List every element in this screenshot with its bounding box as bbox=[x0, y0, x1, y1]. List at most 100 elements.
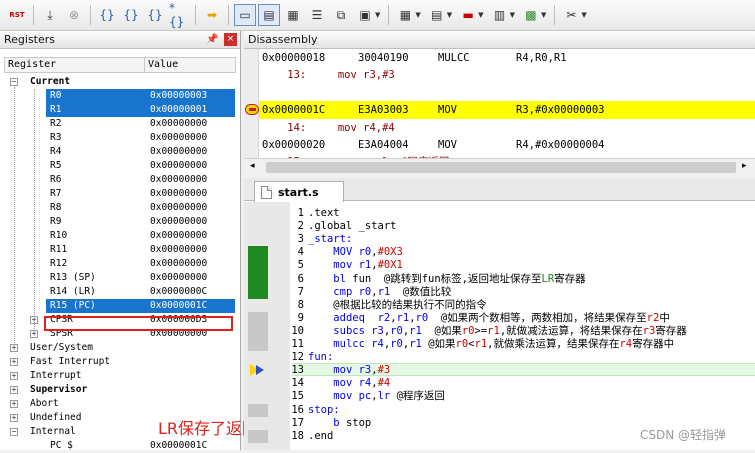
disassembly-body[interactable]: 0x00000018 30040190 MULCC R4,R0,R1 13: mov … bbox=[244, 49, 755, 176]
command-window-button[interactable]: ▭ bbox=[234, 4, 256, 26]
watch-windows-button[interactable]: ▣ bbox=[354, 4, 376, 26]
step-over-button[interactable]: {} bbox=[120, 4, 142, 26]
register-name: R0 bbox=[50, 90, 62, 101]
register-row[interactable]: R2 0x00000000 bbox=[0, 117, 240, 131]
step-out-button[interactable]: {} bbox=[144, 4, 166, 26]
register-row[interactable]: R10 0x00000000 bbox=[0, 229, 240, 243]
register-row[interactable]: R9 0x00000000 bbox=[0, 215, 240, 229]
scrollbar-thumb[interactable] bbox=[266, 162, 736, 173]
internal-pc-row[interactable]: PC $ 0x0000001C bbox=[0, 439, 240, 453]
system-viewer-button[interactable]: ▩ bbox=[520, 4, 542, 26]
chevron-down-icon[interactable]: ▼ bbox=[447, 11, 452, 19]
disassembly-window-icon: ▤ bbox=[263, 8, 275, 22]
pin-icon[interactable]: 📌 bbox=[206, 34, 218, 45]
trace-windows-button[interactable]: ▥ bbox=[489, 4, 511, 26]
step-into-button[interactable]: {} bbox=[96, 4, 118, 26]
serial-windows-button[interactable]: ▤ bbox=[426, 4, 448, 26]
code-editor[interactable]: 1 .text 2 .global _start 3 _start: 4 MOV r0,#0… bbox=[244, 202, 755, 450]
disassembly-instruction-line[interactable]: 0x0000001C E3A03003 MOV R3,#0x00000003 bbox=[262, 101, 752, 119]
chevron-down-icon[interactable]: ▼ bbox=[581, 11, 586, 19]
register-row[interactable]: R8 0x00000000 bbox=[0, 201, 240, 215]
tree-node-mode[interactable]: + Interrupt bbox=[0, 369, 240, 383]
register-row[interactable]: R14 (LR) 0x0000000C bbox=[0, 285, 240, 299]
scroll-left-icon[interactable]: ◂ bbox=[250, 161, 255, 171]
code-line[interactable]: 1 .text bbox=[244, 207, 755, 220]
call-stack-window-button[interactable]: ⧉ bbox=[330, 4, 352, 26]
tree-node-mode[interactable]: + Fast Interrupt bbox=[0, 355, 240, 369]
code-line[interactable]: 3 _start: bbox=[244, 233, 755, 246]
register-row[interactable]: R6 0x00000000 bbox=[0, 173, 240, 187]
code-line[interactable]: 12 fun: bbox=[244, 351, 755, 364]
reset-button[interactable]: RST bbox=[6, 4, 28, 26]
code-line[interactable]: 9 addeq r2,r1,r0 @如果两个数相等，两数相加，将结果保存至r2中 bbox=[244, 312, 755, 325]
expand-icon[interactable]: + bbox=[10, 386, 18, 394]
collapse-icon[interactable]: − bbox=[10, 428, 18, 436]
code-text: b stop bbox=[333, 416, 372, 429]
tree-node-mode[interactable]: + Supervisor bbox=[0, 383, 240, 397]
registers-window-button[interactable]: ☰ bbox=[306, 4, 328, 26]
value-column-header[interactable]: Value bbox=[145, 58, 178, 72]
register-row[interactable]: R1 0x00000001 bbox=[0, 103, 240, 117]
symbols-window-button[interactable]: ▦ bbox=[282, 4, 304, 26]
register-row[interactable]: R11 0x00000000 bbox=[0, 243, 240, 257]
line-number: 10 bbox=[291, 324, 304, 337]
expand-icon[interactable]: + bbox=[10, 358, 18, 366]
close-icon[interactable]: × bbox=[224, 33, 237, 46]
tree-node-mode[interactable]: + User/System bbox=[0, 341, 240, 355]
chevron-down-icon[interactable]: ▼ bbox=[541, 11, 546, 19]
disassembly-window-button[interactable]: ▤ bbox=[258, 4, 280, 26]
code-line[interactable]: 16 stop: bbox=[244, 404, 755, 417]
code-line[interactable]: 2 .global _start bbox=[244, 220, 755, 233]
run-to-cursor-button[interactable]: *{} bbox=[168, 1, 190, 29]
register-row[interactable]: R15 (PC) 0x0000001C bbox=[0, 299, 240, 313]
code-line[interactable]: 4 MOV r0,#0X3 bbox=[244, 246, 755, 259]
code-line[interactable]: 11 mulcc r4,r0,r1 @如果r0<r1,就做乘法运算，结果保存在r… bbox=[244, 338, 755, 351]
disassembly-instruction-line[interactable]: 0x00000018 30040190 MULCC R4,R0,R1 bbox=[262, 49, 752, 67]
register-row[interactable]: R4 0x00000000 bbox=[0, 145, 240, 159]
expand-icon[interactable]: + bbox=[10, 372, 18, 380]
code-line[interactable]: 7 cmp r0,r1 @数值比较 bbox=[244, 286, 755, 299]
chevron-down-icon[interactable]: ▼ bbox=[510, 11, 515, 19]
register-name: R4 bbox=[50, 146, 62, 157]
stop-button[interactable]: ⊗ bbox=[63, 4, 85, 26]
code-line[interactable]: 14 mov r4,#4 bbox=[244, 377, 755, 390]
register-row[interactable]: R7 0x00000000 bbox=[0, 187, 240, 201]
code-line[interactable]: 6 bl fun @跳转到fun标签,返回地址保存至LR寄存器 bbox=[244, 273, 755, 286]
tab-start-s[interactable]: start.s bbox=[254, 181, 344, 202]
register-row[interactable]: R12 0x00000000 bbox=[0, 257, 240, 271]
register-value: 0x00000000 bbox=[150, 146, 208, 157]
register-row[interactable]: R3 0x00000000 bbox=[0, 131, 240, 145]
tree-node-mode[interactable]: + Abort bbox=[0, 397, 240, 411]
register-name: R3 bbox=[50, 132, 62, 143]
disassembly-horizontal-scrollbar[interactable]: ◂ ▸ bbox=[244, 158, 755, 176]
collapse-icon[interactable]: − bbox=[10, 78, 18, 86]
expand-icon[interactable]: + bbox=[10, 400, 18, 408]
toolbox-button[interactable]: ✂ bbox=[560, 4, 582, 26]
code-line[interactable]: 13 mov r3,#3 bbox=[244, 364, 755, 377]
instruction-address: 0x00000018 bbox=[262, 52, 326, 64]
code-line[interactable]: 8 @根据比较的结果执行不同的指令 bbox=[244, 299, 755, 312]
code-line[interactable]: 5 mov r1,#0X1 bbox=[244, 259, 755, 272]
analysis-windows-button[interactable]: ▬ bbox=[457, 4, 479, 26]
register-column-header[interactable]: Register bbox=[5, 58, 145, 72]
tree-node-current[interactable]: − Current bbox=[0, 75, 240, 89]
run-icon: ⤓ bbox=[47, 7, 53, 22]
scroll-right-icon[interactable]: ▸ bbox=[742, 161, 747, 171]
disassembly-source-line[interactable]: 14: mov r4,#4 bbox=[262, 119, 752, 137]
chevron-down-icon[interactable]: ▼ bbox=[478, 11, 483, 19]
register-row[interactable]: R0 0x00000003 bbox=[0, 89, 240, 103]
chevron-down-icon[interactable]: ▼ bbox=[415, 11, 420, 19]
code-line[interactable]: 15 mov pc,lr @程序返回 bbox=[244, 390, 755, 403]
code-line[interactable]: 10 subcs r3,r0,r1 @如果r0>=r1,就做减法运算，将结果保存… bbox=[244, 325, 755, 338]
register-row[interactable]: R13 (SP) 0x00000000 bbox=[0, 271, 240, 285]
memory-windows-button[interactable]: ▦ bbox=[394, 4, 416, 26]
disassembly-source-line[interactable]: 13: mov r3,#3 bbox=[262, 66, 752, 84]
run-button[interactable]: ⤓ bbox=[39, 4, 61, 26]
expand-icon[interactable]: + bbox=[10, 414, 18, 422]
register-row[interactable]: R5 0x00000000 bbox=[0, 159, 240, 173]
chevron-down-icon[interactable]: ▼ bbox=[375, 11, 380, 19]
disassembly-instruction-line[interactable]: 0x00000020 E3A04004 MOV R4,#0x00000004 bbox=[262, 136, 752, 154]
show-next-statement-button[interactable]: ➡ bbox=[201, 4, 223, 26]
expand-icon[interactable]: + bbox=[10, 344, 18, 352]
serial-icon: ▤ bbox=[431, 8, 443, 22]
